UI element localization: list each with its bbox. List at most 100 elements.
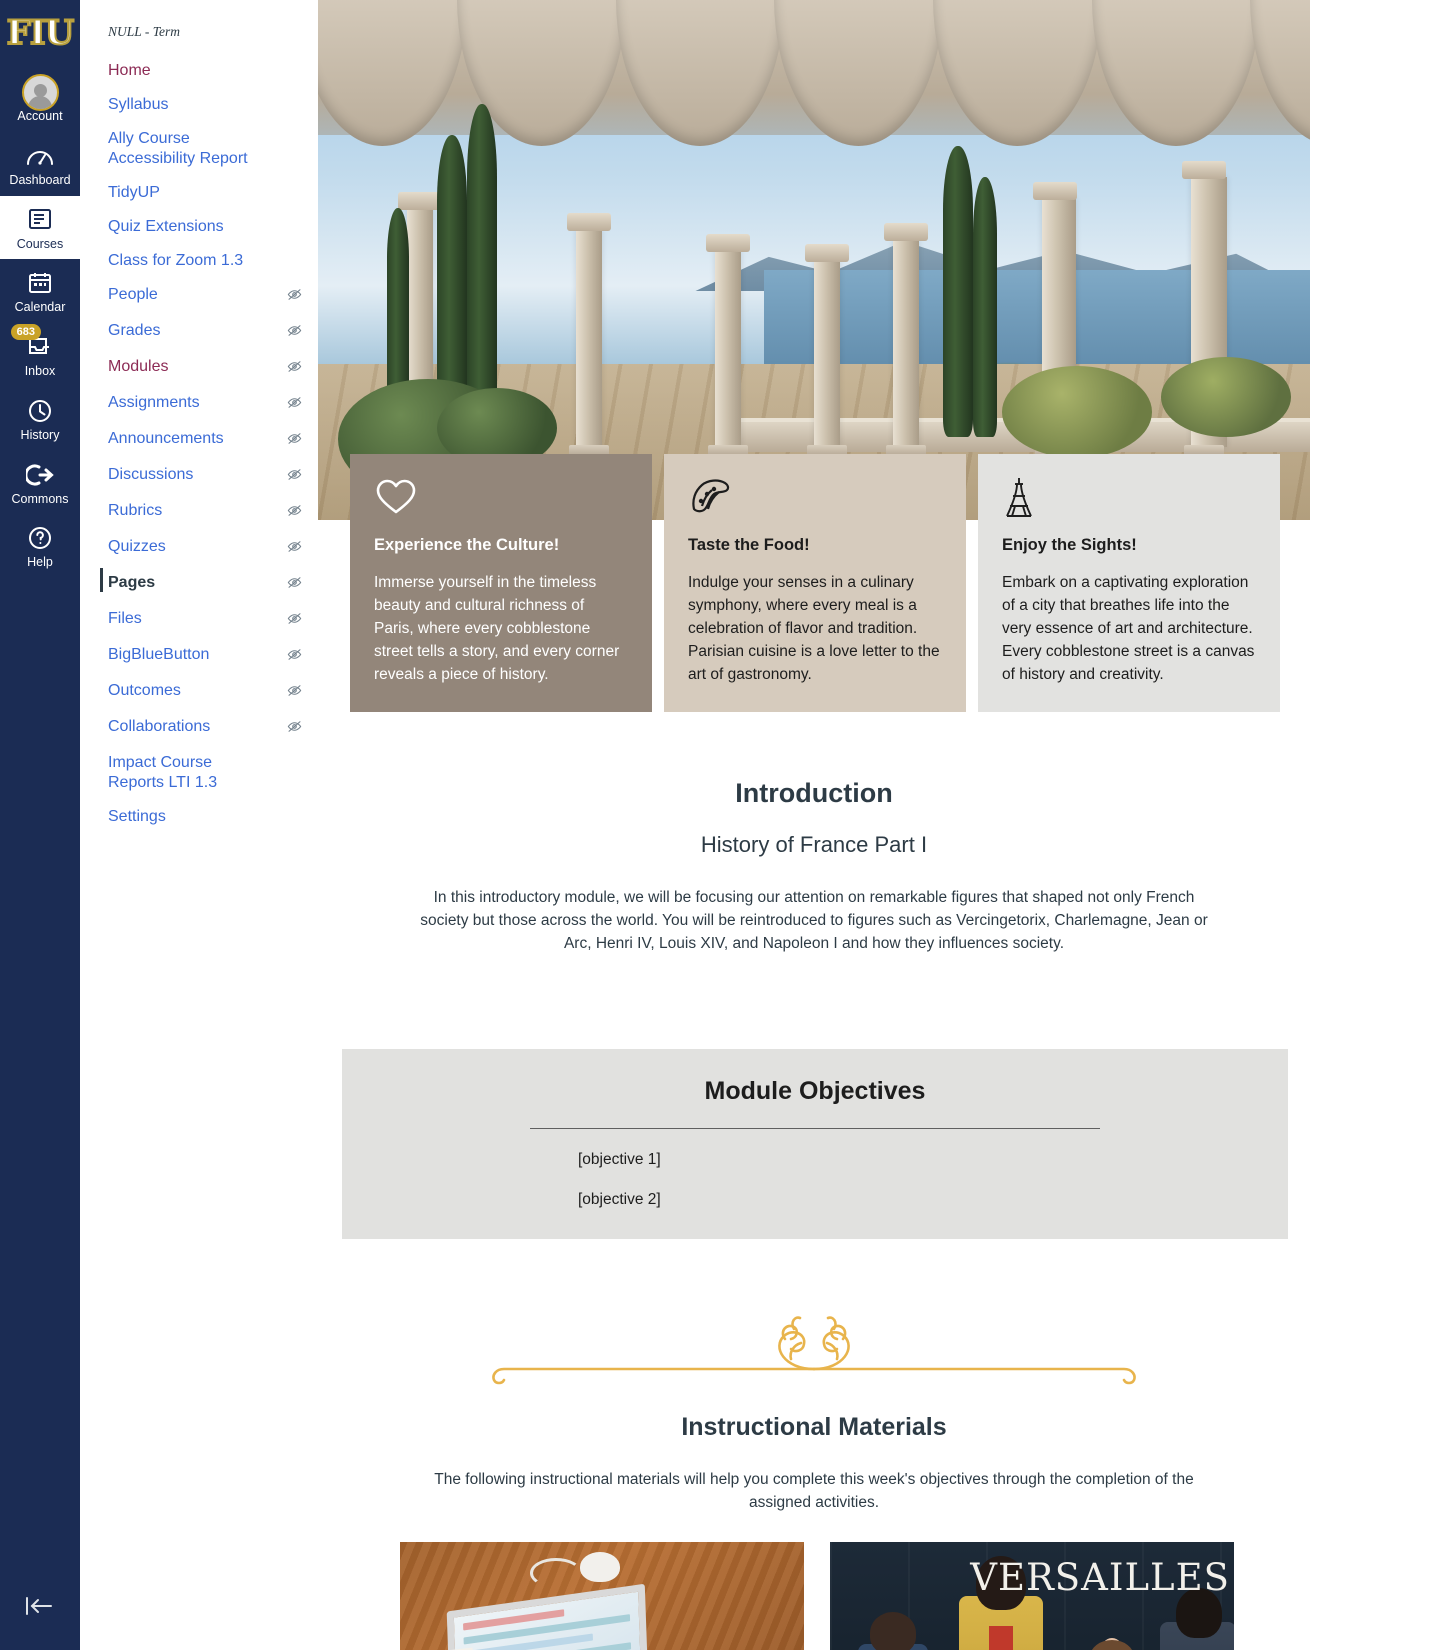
course-nav-item-label: Modules bbox=[108, 358, 169, 375]
global-nav-label: Calendar bbox=[14, 300, 66, 315]
course-nav-item-label: Pages bbox=[108, 574, 156, 591]
course-term-label: NULL - Term bbox=[108, 24, 181, 39]
hidden-from-students-eye-slash-icon bbox=[287, 431, 302, 451]
global-nav-item-history[interactable]: History bbox=[0, 387, 80, 451]
course-nav-item-label: Class for Zoom 1.3 bbox=[108, 252, 244, 269]
course-nav-item-label: Settings bbox=[108, 808, 166, 825]
avatar-icon bbox=[21, 73, 59, 111]
course-nav-item-files[interactable]: Files bbox=[80, 602, 318, 638]
heart-icon bbox=[374, 476, 628, 522]
eiffel-tower-icon bbox=[1002, 476, 1256, 522]
global-navigation: FIU Account Dashboard Courses Calendar 6… bbox=[0, 0, 80, 1650]
feature-card-3: Enjoy the Sights! Embark on a captivating… bbox=[978, 454, 1280, 712]
feature-card-title: Enjoy the Sights! bbox=[1002, 536, 1137, 554]
course-nav-item-label: Announcements bbox=[108, 430, 224, 447]
module-objective-item: [objective 1] bbox=[578, 1151, 661, 1168]
global-nav-item-inbox[interactable]: 683 Inbox bbox=[0, 323, 80, 387]
hidden-from-students-eye-slash-icon bbox=[287, 575, 302, 595]
course-nav-item-announcements[interactable]: Announcements bbox=[80, 422, 318, 458]
course-nav-item-label: Grades bbox=[108, 322, 161, 339]
global-nav-item-calendar[interactable]: Calendar bbox=[0, 259, 80, 323]
course-nav-item-label: Collaborations bbox=[108, 718, 211, 735]
course-nav-item-label: Quiz Extensions bbox=[108, 218, 224, 235]
course-nav-item-label: People bbox=[108, 286, 158, 303]
feature-card-body: Immerse yourself in the timeless beauty … bbox=[374, 574, 620, 683]
course-nav-item-tidyup[interactable]: TidyUP bbox=[80, 176, 318, 210]
course-nav-item-ally-course-accessibility-report[interactable]: Ally Course Accessibility Report bbox=[80, 122, 318, 176]
feature-card-body: Indulge your senses in a culinary sympho… bbox=[688, 574, 940, 683]
hidden-from-students-eye-slash-icon bbox=[287, 395, 302, 415]
page-content: Experience the Culture! Immerse yourself … bbox=[318, 0, 1429, 1650]
feature-card-2: Taste the Food! Indulge your senses in a … bbox=[664, 454, 966, 712]
module-objectives-box: Module Objectives [objective 1] [objectiv… bbox=[342, 1049, 1288, 1239]
course-nav-item-impact-course-reports-lti-1-3[interactable]: Impact Course Reports LTI 1.3 bbox=[80, 746, 318, 800]
course-nav-item-label: Ally Course Accessibility Report bbox=[108, 130, 248, 167]
course-nav-item-discussions[interactable]: Discussions bbox=[80, 458, 318, 494]
ornamental-flourish-divider bbox=[318, 1313, 1310, 1393]
global-nav-item-help[interactable]: Help bbox=[0, 514, 80, 578]
global-nav-item-dashboard[interactable]: Dashboard bbox=[0, 132, 80, 196]
instructional-materials-heading: Instructional Materials bbox=[681, 1413, 947, 1441]
course-nav-item-bigbluebutton[interactable]: BigBlueButton bbox=[80, 638, 318, 674]
croissant-icon bbox=[688, 476, 942, 522]
hidden-from-students-eye-slash-icon bbox=[287, 359, 302, 379]
global-nav-item-commons[interactable]: Commons bbox=[0, 451, 80, 515]
feature-card-title: Taste the Food! bbox=[688, 536, 810, 554]
course-nav-item-modules[interactable]: Modules bbox=[80, 350, 318, 386]
course-nav-item-pages[interactable]: Pages bbox=[80, 566, 318, 602]
course-nav-item-people[interactable]: People bbox=[80, 278, 318, 314]
module-objective-item: [objective 2] bbox=[578, 1191, 661, 1208]
module-objectives-heading: Module Objectives bbox=[704, 1077, 926, 1105]
course-nav-item-label: Outcomes bbox=[108, 682, 181, 699]
introduction-subheading: History of France Part I bbox=[700, 832, 928, 857]
inbox-tray-icon: 683 bbox=[10, 324, 53, 362]
course-nav-item-label: Assignments bbox=[108, 394, 200, 411]
hero-image bbox=[318, 0, 1310, 520]
introduction-paragraph: In this introductory module, we will be … bbox=[420, 889, 1208, 952]
course-nav-item-class-for-zoom-1-3[interactable]: Class for Zoom 1.3 bbox=[80, 244, 318, 278]
versailles-title-text: VERSAILLES bbox=[970, 1556, 1230, 1599]
course-nav-item-label: Home bbox=[108, 62, 151, 79]
hidden-from-students-eye-slash-icon bbox=[287, 683, 302, 703]
calendar-icon bbox=[27, 268, 53, 298]
introduction-section: Introduction History of France Part I In… bbox=[318, 778, 1310, 955]
instructional-media-row: VERSAILLES bbox=[400, 1542, 1310, 1650]
hidden-from-students-eye-slash-icon bbox=[287, 611, 302, 631]
course-nav-item-label: Syllabus bbox=[108, 96, 169, 113]
course-nav-item-collaborations[interactable]: Collaborations bbox=[80, 710, 318, 746]
instructional-materials-section: Instructional Materials The following in… bbox=[318, 1313, 1310, 1650]
global-nav-label: Help bbox=[27, 555, 53, 570]
fiu-logo: FIU bbox=[6, 13, 76, 53]
module-objectives-list: [objective 1] [objective 2] bbox=[342, 1151, 1288, 1209]
course-nav-item-home[interactable]: Home bbox=[80, 54, 318, 88]
laptop-on-desk-photo[interactable] bbox=[400, 1542, 804, 1650]
course-nav-item-quiz-extensions[interactable]: Quiz Extensions bbox=[80, 210, 318, 244]
global-nav-label: Dashboard bbox=[9, 172, 71, 187]
hidden-from-students-eye-slash-icon bbox=[287, 647, 302, 667]
canvas-course-page: FIU Account Dashboard Courses Calendar 6… bbox=[0, 0, 1429, 1650]
global-nav-label: Account bbox=[17, 109, 63, 123]
courses-book-icon bbox=[27, 205, 53, 235]
course-nav-item-quizzes[interactable]: Quizzes bbox=[80, 530, 318, 566]
introduction-heading: Introduction bbox=[735, 778, 893, 808]
hidden-from-students-eye-slash-icon bbox=[287, 467, 302, 487]
course-nav-item-rubrics[interactable]: Rubrics bbox=[80, 494, 318, 530]
course-nav-item-syllabus[interactable]: Syllabus bbox=[80, 88, 318, 122]
course-nav-item-label: TidyUP bbox=[108, 184, 160, 201]
course-nav-item-outcomes[interactable]: Outcomes bbox=[80, 674, 318, 710]
global-nav-label: Inbox bbox=[24, 364, 56, 378]
course-nav-item-label: Discussions bbox=[108, 466, 194, 483]
course-nav-item-assignments[interactable]: Assignments bbox=[80, 386, 318, 422]
collapse-left-arrow-icon[interactable] bbox=[24, 1595, 54, 1622]
dashboard-gauge-icon bbox=[25, 141, 55, 171]
course-nav-item-settings[interactable]: Settings bbox=[80, 800, 318, 834]
instructional-materials-paragraph: The following instructional materials wi… bbox=[434, 1471, 1194, 1511]
global-nav-item-courses[interactable]: Courses bbox=[0, 195, 80, 260]
global-nav-item-account[interactable]: Account bbox=[0, 68, 80, 132]
course-nav-item-grades[interactable]: Grades bbox=[80, 314, 318, 350]
versailles-series-poster[interactable]: VERSAILLES bbox=[830, 1542, 1234, 1650]
course-nav-item-label: Rubrics bbox=[108, 502, 163, 519]
feature-card-1: Experience the Culture! Immerse yourself … bbox=[350, 454, 652, 712]
inbox-unread-badge: 683 bbox=[10, 324, 41, 340]
course-nav-list: Home Syllabus Ally Course Accessibility Re… bbox=[80, 54, 318, 834]
